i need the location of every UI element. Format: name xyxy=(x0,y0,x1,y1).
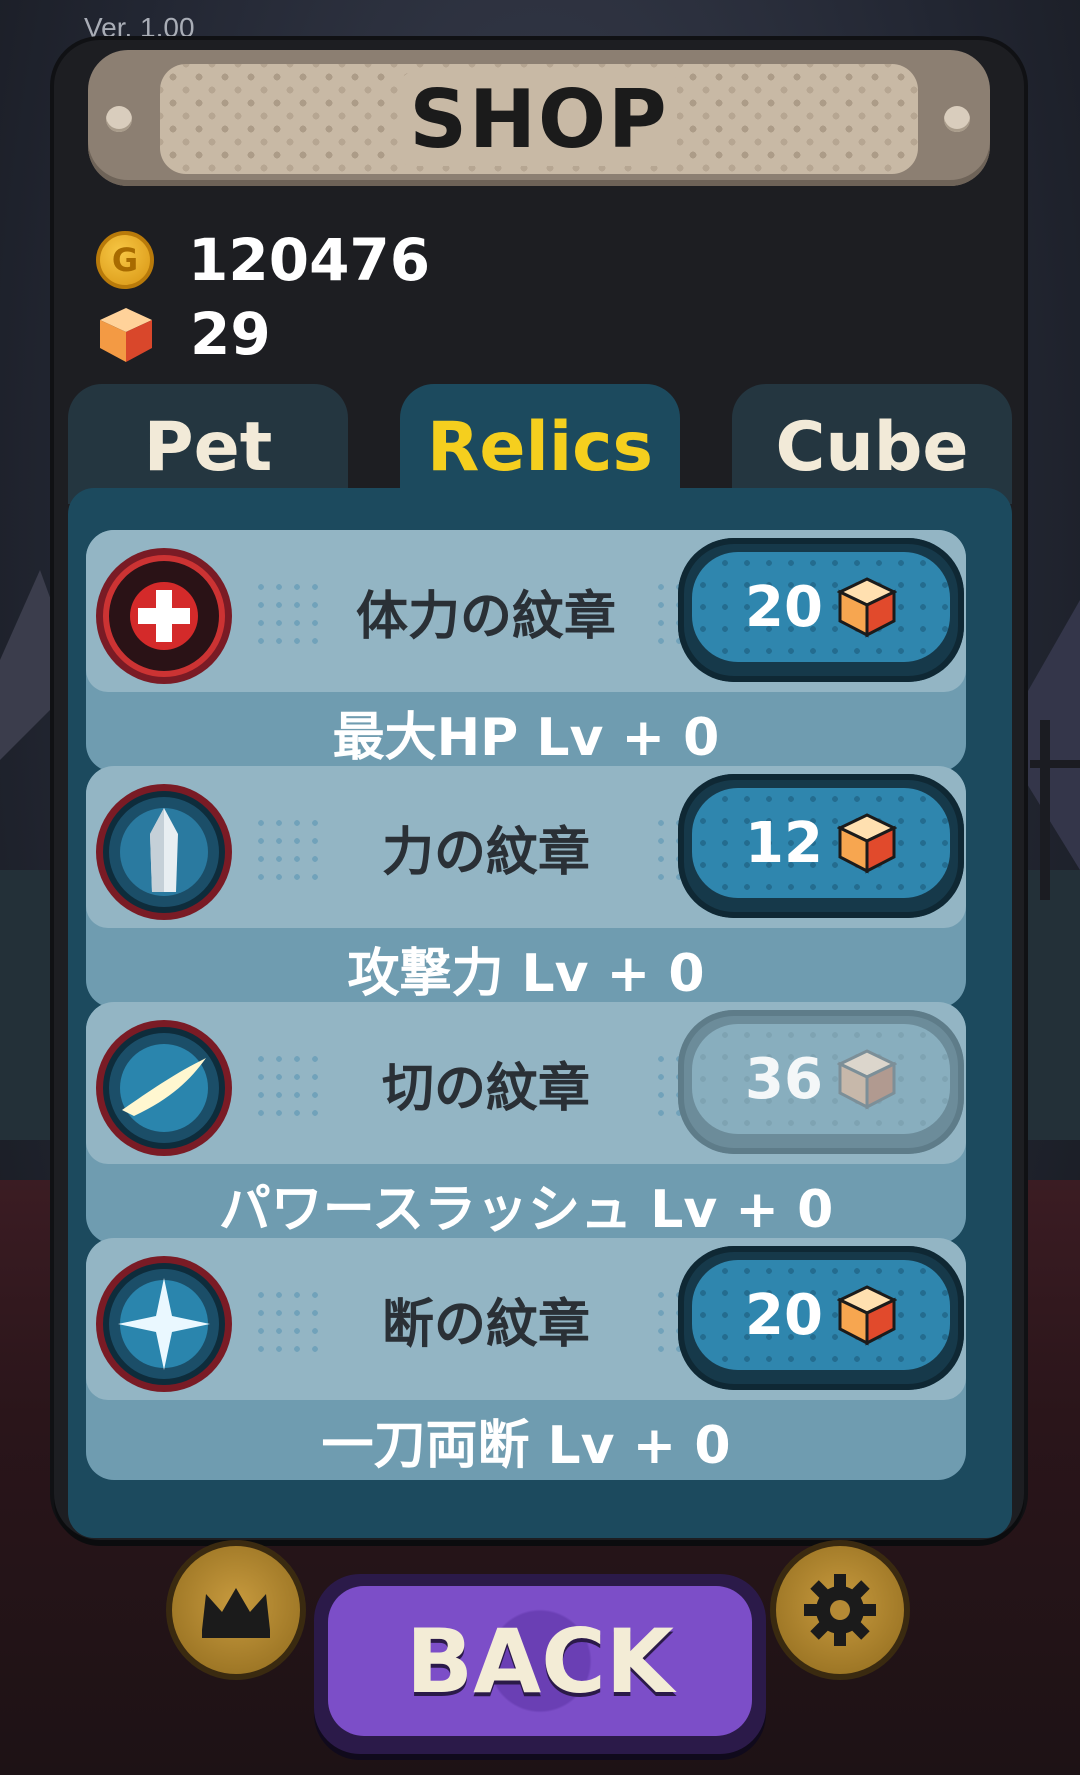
buy-button-health[interactable]: 20 xyxy=(678,538,964,682)
relic-name: 体力の紋章 xyxy=(355,586,616,647)
gold-amount: 120476 xyxy=(188,226,431,294)
gold-counter: G 120476 xyxy=(96,226,430,294)
cube-currency-icon xyxy=(100,308,152,362)
relic-list[interactable]: 体力の紋章 20 最大HP Lv + 0 力の紋章 12 攻撃力 Lv + 0 … xyxy=(86,530,966,1508)
shop-title: SHOP xyxy=(401,72,677,166)
relic-item-header: 切の紋章 36 xyxy=(86,1002,966,1164)
relic-price: 36 xyxy=(745,1046,823,1112)
buy-button-face: 20 xyxy=(692,552,950,662)
buy-button-power[interactable]: 12 xyxy=(678,774,964,918)
cube-amount: 29 xyxy=(190,300,271,368)
cube-price-icon xyxy=(836,813,897,874)
relic-item-header: 体力の紋章 20 xyxy=(86,530,966,692)
relic-item-cleave: 断の紋章 20 一刀両断 Lv + 0 xyxy=(86,1238,966,1480)
relic-name: 力の紋章 xyxy=(381,822,590,883)
back-button-label: BACK xyxy=(406,1609,674,1713)
buy-button-face: 12 xyxy=(692,788,950,898)
relic-item-health: 体力の紋章 20 最大HP Lv + 0 xyxy=(86,530,966,772)
tab-cube[interactable]: Cube xyxy=(732,384,1012,504)
crown-icon xyxy=(202,1588,270,1638)
cube-price-icon xyxy=(836,1049,897,1110)
relic-price: 20 xyxy=(745,1282,823,1348)
back-button[interactable]: BACK xyxy=(314,1574,766,1754)
relic-name: 断の紋章 xyxy=(381,1294,590,1355)
relic-item-power: 力の紋章 12 攻撃力 Lv + 0 xyxy=(86,766,966,1008)
rivet-left-icon xyxy=(106,106,132,132)
tab-pet[interactable]: Pet xyxy=(68,384,348,504)
relic-effect: パワースラッシュ Lv + 0 xyxy=(218,1179,834,1240)
relic-list-panel[interactable]: 体力の紋章 20 最大HP Lv + 0 力の紋章 12 攻撃力 Lv + 0 … xyxy=(68,488,1012,1538)
cleave-emblem-icon xyxy=(96,1256,232,1392)
health-emblem-icon xyxy=(96,548,232,684)
gear-icon xyxy=(804,1574,876,1646)
buy-button-face: 36 xyxy=(692,1024,950,1134)
relic-item-header: 断の紋章 20 xyxy=(86,1238,966,1400)
game-screen: Ver. 1.00 SHOP G 120476 29 Pet Relics Cu… xyxy=(0,0,1080,1775)
cube-price-icon xyxy=(836,577,897,638)
relic-item-header: 力の紋章 12 xyxy=(86,766,966,928)
back-button-face: BACK xyxy=(328,1586,752,1736)
relic-item-slash: 切の紋章 36 パワースラッシュ Lv + 0 xyxy=(86,1002,966,1244)
ranking-button[interactable] xyxy=(166,1540,306,1680)
cube-price-icon xyxy=(836,1285,897,1346)
buy-button-slash[interactable]: 36 xyxy=(678,1010,964,1154)
cube-counter: 29 xyxy=(96,300,271,368)
relic-effect: 最大HP Lv + 0 xyxy=(332,707,720,768)
relic-price: 12 xyxy=(745,810,823,876)
buy-button-cleave[interactable]: 20 xyxy=(678,1246,964,1390)
settings-button[interactable] xyxy=(770,1540,910,1680)
shop-title-banner: SHOP xyxy=(160,64,918,174)
relic-name: 切の紋章 xyxy=(381,1058,590,1119)
gold-coin-icon: G xyxy=(96,231,154,289)
relic-effect: 攻撃力 Lv + 0 xyxy=(347,943,705,1004)
shop-title-plate: SHOP xyxy=(88,50,990,186)
relic-price: 20 xyxy=(745,574,823,640)
slash-emblem-icon xyxy=(96,1020,232,1156)
relic-effect: 一刀両断 Lv + 0 xyxy=(321,1415,731,1476)
buy-button-face: 20 xyxy=(692,1260,950,1370)
power-emblem-icon xyxy=(96,784,232,920)
rivet-right-icon xyxy=(944,106,970,132)
tab-relics[interactable]: Relics xyxy=(400,384,680,504)
